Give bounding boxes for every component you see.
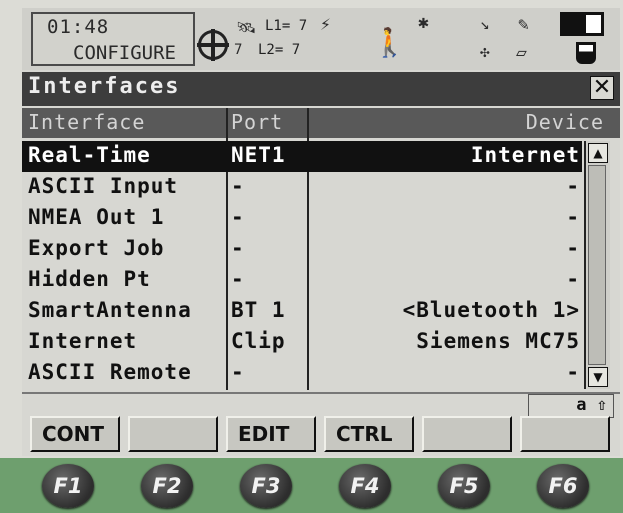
device-cell: Internet [470, 143, 580, 167]
port-cell: - [231, 360, 245, 384]
f3-key[interactable]: F3 [240, 464, 292, 508]
port-cell: - [231, 205, 245, 229]
network-icon: ✣ [480, 42, 490, 61]
f4-key[interactable]: F4 [339, 464, 391, 508]
scroll-down-icon[interactable]: ▼ [588, 367, 608, 387]
clock-time: 01:48 [47, 16, 110, 38]
scroll-up-icon[interactable]: ▲ [588, 143, 608, 163]
interface-cell: NMEA Out 1 [28, 205, 165, 229]
table-row[interactable]: Real-Time NET1 Internet [22, 141, 582, 172]
interfaces-table: Real-Time NET1 Internet ASCII Input - - … [22, 141, 582, 389]
interface-cell: Internet [28, 329, 138, 353]
f2-key[interactable]: F2 [141, 464, 193, 508]
interface-cell: ASCII Input [28, 174, 179, 198]
column-header-port: Port [231, 110, 284, 134]
table-row[interactable]: NMEA Out 1 - - [22, 203, 582, 234]
status-bar: 01:48 CONFIGURE 🛰 L1= 7 L2= 7 7 ⚡ 🚶 ✱ ↘ … [22, 8, 620, 70]
connection-icon: ↘ [480, 14, 490, 33]
softkey-f2-button[interactable] [128, 416, 218, 452]
device-cell: Siemens MC75 [416, 329, 580, 353]
position-crosshair-icon [197, 29, 229, 61]
mode-label: CONFIGURE [73, 42, 176, 64]
time-mode-box: 01:48 CONFIGURE [31, 12, 195, 66]
table-row[interactable]: ASCII Remote - - [22, 358, 582, 389]
bluetooth-icon: ✱ [418, 12, 429, 33]
page-title: Interfaces [28, 74, 181, 99]
f1-key[interactable]: F1 [42, 464, 94, 508]
device-cell: - [566, 174, 580, 198]
vertical-scrollbar[interactable]: ▲ ▼ [584, 141, 610, 389]
l2-count: L2= 7 [258, 42, 301, 58]
l1-count: L1= 7 [265, 18, 308, 34]
table-row[interactable]: Export Job - - [22, 234, 582, 265]
input-mode-indicator: a ⇧ [528, 394, 614, 418]
satellite-count: 7 [234, 42, 243, 58]
table-header: Interface Port Device [22, 108, 620, 138]
surveyor-icon: 🚶 [372, 26, 407, 59]
battery-icon [560, 12, 604, 36]
scroll-thumb[interactable] [588, 165, 606, 365]
port-cell: - [231, 267, 245, 291]
interface-cell: SmartAntenna [28, 298, 192, 322]
device-screen: 01:48 CONFIGURE 🛰 L1= 7 L2= 7 7 ⚡ 🚶 ✱ ↘ … [22, 8, 620, 456]
column-header-device: Device [525, 110, 604, 134]
port-cell: Clip [231, 329, 286, 353]
table-row[interactable]: ASCII Input - - [22, 172, 582, 203]
memory-card-icon [576, 42, 596, 64]
title-bar: Interfaces ✕ [22, 72, 620, 106]
satellite-icon: 🛰 [236, 18, 257, 37]
port-cell: BT 1 [231, 298, 286, 322]
interface-cell: Export Job [28, 236, 165, 260]
device-cell: <Bluetooth 1> [402, 298, 580, 322]
device-cell: - [566, 205, 580, 229]
port-cell: - [231, 236, 245, 260]
pen-icon: ✎ [518, 14, 529, 35]
port-cell: - [231, 174, 245, 198]
column-header-interface: Interface [28, 110, 146, 134]
realtime-link-icon: ⚡ [320, 14, 331, 35]
device-cell: - [566, 360, 580, 384]
table-row[interactable]: Hidden Pt - - [22, 265, 582, 296]
softkey-ctrl-button[interactable]: CTRL [324, 416, 414, 452]
softkey-edit-button[interactable]: EDIT [226, 416, 316, 452]
port-cell: NET1 [231, 143, 286, 167]
eraser-icon: ▱ [516, 42, 527, 63]
device-cell: - [566, 236, 580, 260]
interface-cell: Hidden Pt [28, 267, 151, 291]
softkey-f5-button[interactable] [422, 416, 512, 452]
table-row[interactable]: Internet Clip Siemens MC75 [22, 327, 582, 358]
interface-cell: Real-Time [28, 143, 151, 167]
f5-key[interactable]: F5 [438, 464, 490, 508]
table-row[interactable]: SmartAntenna BT 1 <Bluetooth 1> [22, 296, 582, 327]
softkey-bar: CONT EDIT CTRL [30, 416, 616, 452]
device-cell: - [566, 267, 580, 291]
softkey-f6-button[interactable] [520, 416, 610, 452]
softkey-cont-button[interactable]: CONT [30, 416, 120, 452]
hardware-key-strip: F1 F2 F3 F4 F5 F6 [0, 458, 623, 513]
close-button[interactable]: ✕ [590, 76, 614, 100]
f6-key[interactable]: F6 [537, 464, 589, 508]
interface-cell: ASCII Remote [28, 360, 192, 384]
